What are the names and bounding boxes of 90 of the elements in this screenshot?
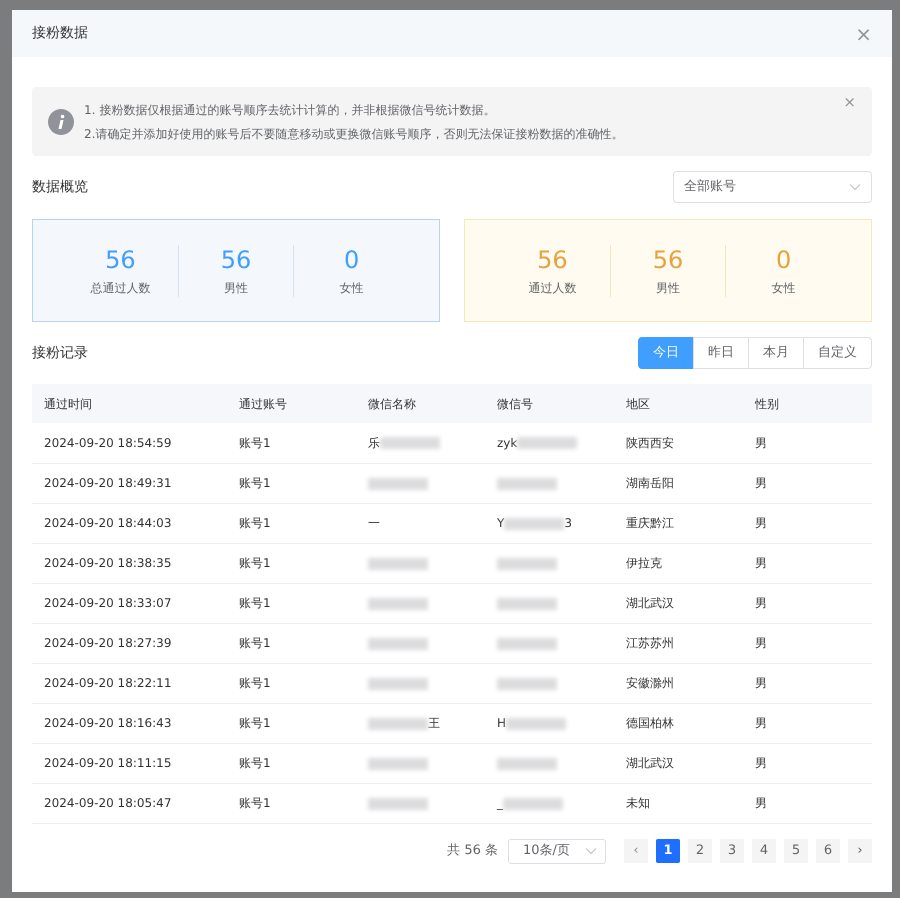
page-button[interactable]: 2 — [688, 839, 712, 863]
table-cell-text: 湖北武汉 — [626, 756, 674, 770]
table-cell-text: 2024-09-20 18:16:43 — [44, 716, 172, 730]
table-cell-text: 男 — [755, 516, 767, 530]
close-button[interactable]: × — [843, 95, 856, 110]
column-header: 地区 — [626, 396, 650, 410]
table-cell-text: 男 — [755, 596, 767, 610]
stat-label: 女性 — [772, 280, 796, 296]
range-tab[interactable]: 昨日 — [693, 337, 749, 369]
table-cell-text: 男 — [755, 476, 767, 490]
table-cell-text: 男 — [755, 796, 767, 810]
table-cell-text: 2024-09-20 18:38:35 — [44, 556, 172, 570]
table-cell-text: 2024-09-20 18:27:39 — [44, 636, 172, 650]
stat-label: 男性 — [656, 280, 680, 296]
table-cell-text: Y — [497, 516, 504, 530]
table-cell-text: 重庆黔江 — [626, 516, 674, 530]
page-button[interactable]: 5 — [784, 839, 808, 863]
stat-value: 56 — [220, 244, 252, 274]
next-page-button[interactable]: › — [848, 839, 872, 863]
table-cell-text: 账号1 — [239, 596, 271, 610]
close-button[interactable]: × — [855, 24, 872, 44]
stat-value: 56 — [537, 244, 568, 274]
stat-value: 56 — [105, 244, 136, 274]
table-cell-text: 一 — [368, 516, 380, 530]
table-cell-text: 江苏苏州 — [626, 636, 674, 650]
table-cell-text: 陕西西安 — [626, 436, 674, 450]
table-cell-text: 账号1 — [239, 796, 271, 810]
total-count: 共 56 条 — [447, 842, 498, 860]
table-cell-text: 2024-09-20 18:11:15 — [44, 756, 172, 770]
column-header: 微信名称 — [368, 396, 416, 410]
table-cell-text: 2024-09-20 18:49:31 — [44, 476, 172, 490]
table-cell-text: 男 — [755, 556, 767, 570]
chevron-down-icon — [585, 847, 597, 855]
column-header: 通过账号 — [239, 396, 287, 410]
stat-value: 0 — [776, 244, 792, 274]
table-cell-text: 账号1 — [239, 756, 271, 770]
range-tab[interactable]: 本月 — [748, 337, 804, 369]
table-cell-text: zyk — [497, 436, 518, 450]
chevron-down-icon — [849, 183, 861, 191]
table-cell-text: 账号1 — [239, 516, 271, 530]
table-cell-text: 账号1 — [239, 716, 271, 730]
table-cell-text: 账号1 — [239, 436, 271, 450]
dialog-title: 接粉数据 — [32, 24, 88, 43]
prev-page-button[interactable]: ‹ — [624, 839, 648, 863]
table-cell-text: 账号1 — [239, 676, 271, 690]
table-cell-text: _ — [497, 796, 503, 810]
table-cell-text: 2024-09-20 18:54:59 — [44, 436, 172, 450]
table-cell-text: 2024-09-20 18:22:11 — [44, 676, 172, 690]
table-cell-text: 2024-09-20 18:33:07 — [44, 596, 172, 610]
table-cell-text: 男 — [755, 676, 767, 690]
stat-label: 通过人数 — [528, 280, 576, 296]
page-button[interactable]: 6 — [816, 839, 840, 863]
table-cell-text: 安徽滁州 — [626, 676, 674, 690]
table-cell-text: 3 — [564, 516, 572, 530]
table-cell-text: H — [497, 716, 506, 730]
table-cell-text: 男 — [755, 716, 767, 730]
table-cell-text: 伊拉克 — [626, 556, 662, 570]
stat-value: 56 — [652, 244, 684, 274]
table-cell-text: 男 — [755, 756, 767, 770]
table-cell-text: 账号1 — [239, 636, 271, 650]
stat-label: 男性 — [224, 280, 248, 296]
table-cell-text: 账号1 — [239, 476, 271, 490]
section-title: 接粉记录 — [32, 344, 88, 362]
column-header: 通过时间 — [44, 396, 92, 410]
notice-text: 1. 接粉数据仅根据通过的账号顺序去统计计算的，并非根据微信号统计数据。 — [84, 102, 496, 118]
table-cell-text: 湖南岳阳 — [626, 476, 674, 490]
section-title: 数据概览 — [32, 178, 88, 196]
info-icon — [48, 108, 74, 134]
table-cell-text: 2024-09-20 18:44:03 — [44, 516, 172, 530]
stat-value: 0 — [344, 244, 360, 274]
range-tab[interactable]: 自定义 — [803, 337, 872, 369]
table-cell-text: 未知 — [626, 796, 650, 810]
column-header: 微信号 — [497, 396, 533, 410]
column-header: 性别 — [755, 396, 779, 410]
stat-label: 总通过人数 — [90, 280, 150, 296]
stat-label: 女性 — [340, 280, 364, 296]
table-cell-text: 德国柏林 — [626, 716, 674, 730]
table-cell-text: 乐 — [368, 436, 380, 450]
page-button[interactable]: 4 — [752, 839, 776, 863]
page-size-select[interactable]: 10条/页 — [508, 838, 606, 864]
table-cell-text: 男 — [755, 436, 767, 450]
table-cell-text: 湖北武汉 — [626, 596, 674, 610]
table-cell-text: 账号1 — [239, 556, 271, 570]
account-select[interactable]: 全部账号 — [673, 171, 872, 203]
notice-text: 2.请确定并添加好使用的账号后不要随意移动或更换微信账号顺序，否则无法保证接粉数据的准确性。 — [84, 126, 624, 142]
table-cell-text: 男 — [755, 636, 767, 650]
table-cell-text: 王 — [428, 716, 440, 730]
table-cell-text: 2024-09-20 18:05:47 — [44, 796, 172, 810]
page-button[interactable]: 1 — [656, 839, 680, 863]
page-button[interactable]: 3 — [720, 839, 744, 863]
